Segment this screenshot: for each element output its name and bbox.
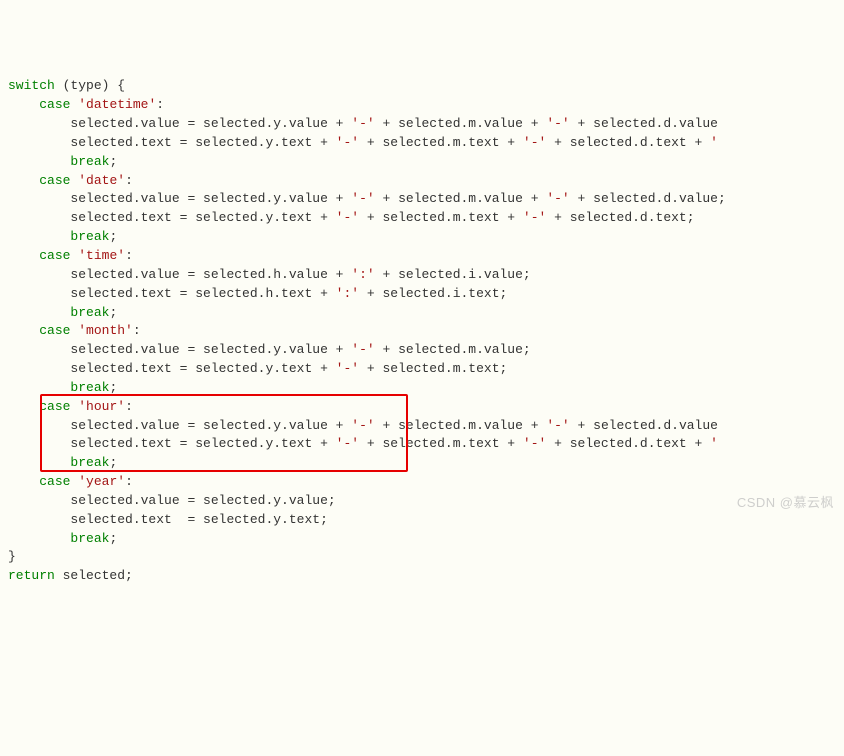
semicolon: ; bbox=[109, 455, 117, 470]
code-text: + selected.m.text + bbox=[359, 135, 523, 150]
string-literal: '-' bbox=[336, 135, 359, 150]
semicolon: ; bbox=[109, 154, 117, 169]
code-text: + selected.i.text; bbox=[359, 286, 507, 301]
string-literal: 'hour' bbox=[78, 399, 125, 414]
string-literal: 'date' bbox=[78, 173, 125, 188]
keyword-case: case bbox=[39, 474, 70, 489]
code-text: selected.value = selected.h.value + bbox=[70, 267, 351, 282]
code-text: selected.value = selected.y.value + bbox=[70, 342, 351, 357]
string-literal: 'time' bbox=[78, 248, 125, 263]
string-literal: '-' bbox=[336, 436, 359, 451]
code-text: selected.text = selected.y.text + bbox=[70, 436, 335, 451]
keyword-break: break bbox=[70, 229, 109, 244]
string-literal: '-' bbox=[351, 418, 374, 433]
code-text: selected.value = selected.y.value + bbox=[70, 116, 351, 131]
code-text: selected.text = selected.y.text + bbox=[70, 135, 335, 150]
code-text: selected; bbox=[55, 568, 133, 583]
string-literal: ':' bbox=[351, 267, 374, 282]
code-text: + selected.m.value + bbox=[375, 116, 547, 131]
colon: : bbox=[156, 97, 164, 112]
keyword-break: break bbox=[70, 531, 109, 546]
code-text: + selected.d.value bbox=[570, 116, 726, 131]
string-literal: '-' bbox=[523, 436, 546, 451]
code-text: selected.value = selected.y.value; bbox=[70, 493, 335, 508]
watermark: CSDN @慕云枫 bbox=[737, 494, 834, 513]
keyword-case: case bbox=[39, 248, 70, 263]
keyword-return: return bbox=[8, 568, 55, 583]
colon: : bbox=[125, 248, 133, 263]
code-text: selected.text = selected.h.text + bbox=[70, 286, 335, 301]
code-text: selected.text = selected.y.text; bbox=[70, 512, 327, 527]
code-text: + selected.m.text; bbox=[359, 361, 507, 376]
code-text: selected.value = selected.y.value + bbox=[70, 418, 351, 433]
code-text: + selected.d.text + bbox=[546, 436, 710, 451]
keyword-break: break bbox=[70, 305, 109, 320]
string-literal: '-' bbox=[351, 191, 374, 206]
code-text: + selected.m.value + bbox=[375, 191, 547, 206]
code-text: + selected.m.value + bbox=[375, 418, 547, 433]
keyword-case: case bbox=[39, 399, 70, 414]
code-text: + selected.m.text + bbox=[359, 210, 523, 225]
string-literal: '-' bbox=[546, 116, 569, 131]
keyword-break: break bbox=[70, 380, 109, 395]
semicolon: ; bbox=[109, 229, 117, 244]
code-text: + selected.d.text; bbox=[546, 210, 694, 225]
keyword-case: case bbox=[39, 97, 70, 112]
colon: : bbox=[133, 323, 141, 338]
string-literal: 'year' bbox=[78, 474, 125, 489]
colon: : bbox=[125, 474, 133, 489]
code-text: + selected.d.value; bbox=[570, 191, 726, 206]
code-text: selected.text = selected.y.text + bbox=[70, 210, 335, 225]
string-literal: ':' bbox=[336, 286, 359, 301]
string-literal: '-' bbox=[351, 342, 374, 357]
string-literal: '-' bbox=[523, 210, 546, 225]
code-text: selected.value = selected.y.value + bbox=[70, 191, 351, 206]
code-text: + selected.m.text + bbox=[359, 436, 523, 451]
string-literal: '-' bbox=[351, 116, 374, 131]
code-block: switch (type) { case 'datetime': selecte… bbox=[8, 77, 836, 586]
string-literal: '-' bbox=[336, 210, 359, 225]
code-text: + selected.d.value bbox=[570, 418, 726, 433]
code-text: (type) { bbox=[55, 78, 125, 93]
code-text: selected.text = selected.y.text + bbox=[70, 361, 335, 376]
semicolon: ; bbox=[109, 305, 117, 320]
code-text: + selected.m.value; bbox=[375, 342, 531, 357]
colon: : bbox=[125, 399, 133, 414]
string-literal: '-' bbox=[546, 191, 569, 206]
keyword-case: case bbox=[39, 323, 70, 338]
string-literal: '-' bbox=[546, 418, 569, 433]
colon: : bbox=[125, 173, 133, 188]
string-literal: ' bbox=[710, 436, 726, 451]
keyword-case: case bbox=[39, 173, 70, 188]
semicolon: ; bbox=[109, 531, 117, 546]
string-literal: ' bbox=[710, 135, 726, 150]
code-text: + selected.d.text + bbox=[546, 135, 710, 150]
keyword-switch: switch bbox=[8, 78, 55, 93]
semicolon: ; bbox=[109, 380, 117, 395]
close-brace: } bbox=[8, 549, 16, 564]
keyword-break: break bbox=[70, 154, 109, 169]
string-literal: '-' bbox=[523, 135, 546, 150]
string-literal: 'datetime' bbox=[78, 97, 156, 112]
string-literal: 'month' bbox=[78, 323, 133, 338]
code-text: + selected.i.value; bbox=[375, 267, 531, 282]
keyword-break: break bbox=[70, 455, 109, 470]
string-literal: '-' bbox=[336, 361, 359, 376]
